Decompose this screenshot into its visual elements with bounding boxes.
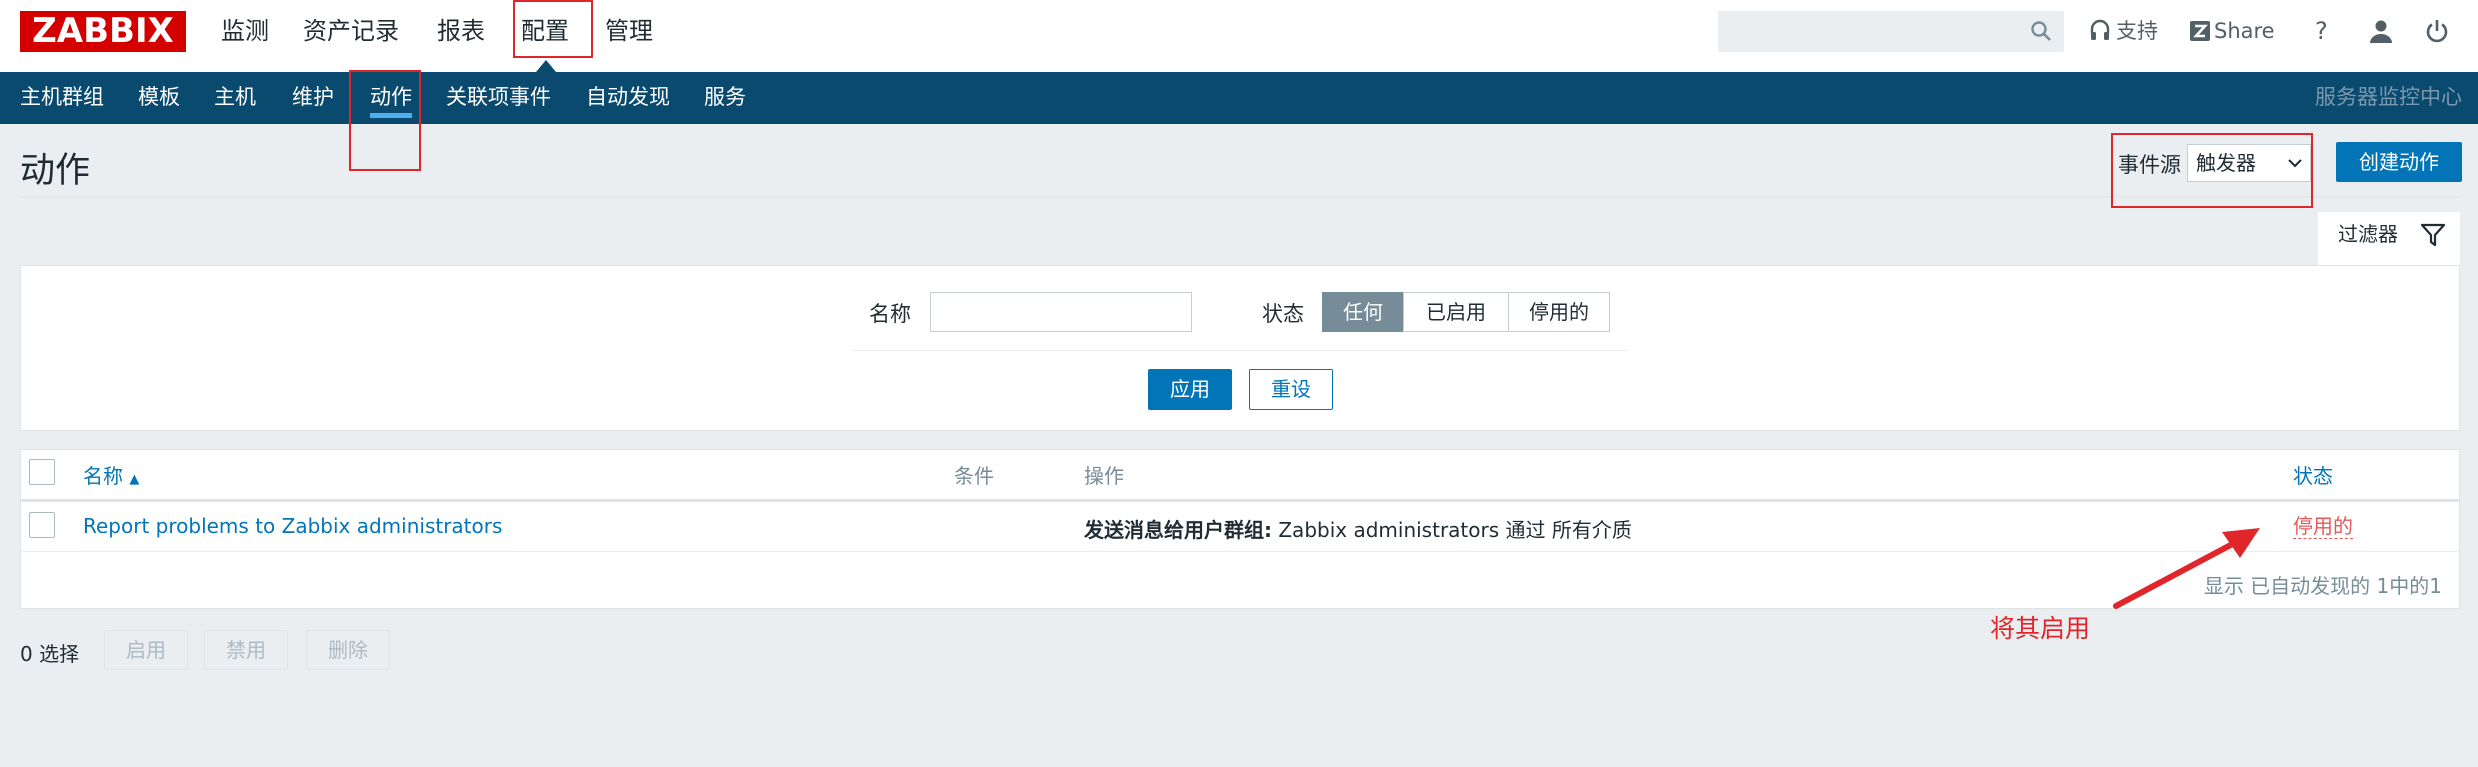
- subnav-templates[interactable]: 模板: [138, 72, 180, 124]
- status-option-enabled[interactable]: 已启用: [1403, 292, 1509, 332]
- filter-icon: [2420, 223, 2446, 247]
- subnav-discovery[interactable]: 自动发现: [586, 72, 670, 124]
- status-option-any[interactable]: 任何: [1322, 292, 1404, 332]
- filter-divider: [852, 350, 1628, 351]
- filter-name-input[interactable]: [930, 292, 1192, 332]
- subnav-services[interactable]: 服务: [704, 72, 746, 124]
- row-checkbox[interactable]: [29, 512, 55, 538]
- sort-ascending-icon: ▲: [129, 472, 140, 487]
- action-operations: 发送消息给用户群组: Zabbix administrators 通过 所有介质: [1084, 514, 1632, 543]
- column-header-status[interactable]: 状态: [2293, 460, 2333, 489]
- subnav-maintenance[interactable]: 维护: [292, 72, 334, 124]
- zabbix-logo[interactable]: ZABBIX: [20, 11, 186, 52]
- annotation-box-actions: [349, 70, 421, 171]
- subnav-hosts[interactable]: 主机: [214, 72, 256, 124]
- apply-button[interactable]: 应用: [1148, 369, 1232, 410]
- help-icon[interactable]: ?: [2315, 0, 2328, 62]
- search-icon[interactable]: [2030, 20, 2052, 42]
- reset-button[interactable]: 重设: [1249, 369, 1333, 410]
- server-name-label: 服务器监控中心: [2315, 85, 2462, 109]
- status-toggle-link[interactable]: 停用的: [2293, 514, 2353, 539]
- select-all-checkbox[interactable]: [29, 459, 55, 485]
- main-nav-administration[interactable]: 管理: [605, 0, 653, 62]
- main-nav-monitoring[interactable]: 监测: [221, 0, 269, 62]
- title-divider: [20, 196, 2460, 197]
- selected-count: 0 选择: [20, 642, 80, 666]
- top-header: ZABBIX 监测 资产记录 报表 配置 管理 支持 Share ?: [0, 0, 2478, 72]
- support-link[interactable]: 支持: [2116, 0, 2158, 62]
- enable-button[interactable]: 启用: [104, 630, 188, 670]
- filter-tab[interactable]: 过滤器: [2318, 212, 2460, 266]
- subnav-host-groups[interactable]: 主机群组: [20, 72, 104, 124]
- share-z-icon: [2190, 21, 2210, 41]
- main-nav-inventory[interactable]: 资产记录: [303, 0, 399, 62]
- user-profile-icon[interactable]: [2368, 18, 2394, 44]
- main-nav-reports[interactable]: 报表: [437, 0, 485, 62]
- create-action-button[interactable]: 创建动作: [2336, 142, 2462, 182]
- delete-button[interactable]: 删除: [306, 630, 390, 670]
- column-header-conditions: 条件: [954, 464, 994, 488]
- search-input[interactable]: [1718, 11, 2064, 52]
- page-title: 动作: [20, 151, 91, 191]
- column-header-name-label: 名称: [83, 464, 123, 488]
- share-link[interactable]: Share: [2214, 0, 2275, 62]
- main-nav-active-caret: [536, 60, 556, 72]
- status-option-disabled[interactable]: 停用的: [1508, 292, 1610, 332]
- operation-detail: Zabbix administrators 通过 所有介质: [1272, 518, 1632, 542]
- filter-status-label: 状态: [1262, 302, 1304, 326]
- annotation-text: 将其启用: [1990, 614, 2091, 643]
- filter-tab-label: 过滤器: [2338, 222, 2398, 246]
- operation-type: 发送消息给用户群组:: [1084, 518, 1272, 542]
- sign-out-icon[interactable]: [2424, 18, 2450, 44]
- annotation-box-event-source: [2111, 133, 2313, 208]
- subnav-event-correlation[interactable]: 关联项事件: [446, 72, 551, 124]
- headset-icon: [2090, 19, 2110, 40]
- column-header-name[interactable]: 名称 ▲: [83, 460, 139, 489]
- table-header-divider: [20, 499, 2460, 502]
- annotation-arrow-icon: [2113, 528, 2260, 609]
- annotation-box-configuration: [513, 0, 593, 58]
- action-name-link[interactable]: Report problems to Zabbix administrators: [83, 514, 502, 538]
- filter-name-label: 名称: [869, 302, 911, 326]
- table-row-divider: [20, 551, 2460, 552]
- column-header-operations: 操作: [1084, 464, 1124, 488]
- filter-panel: [20, 265, 2460, 431]
- disable-button[interactable]: 禁用: [204, 630, 288, 670]
